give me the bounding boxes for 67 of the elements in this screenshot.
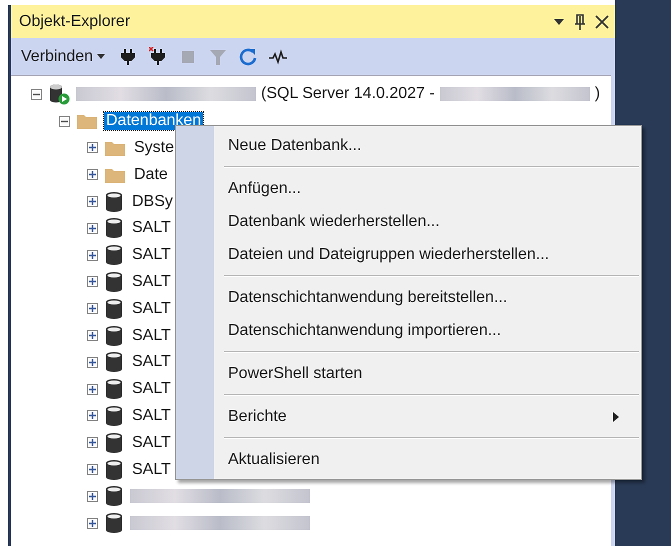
tree-item[interactable]: SALT [130,406,173,425]
folder-icon [76,112,98,130]
tree-item[interactable]: ) [592,85,602,104]
expand-icon[interactable] [87,356,98,368]
collapse-icon[interactable] [59,116,70,127]
database-icon [104,270,124,293]
pin-icon[interactable] [573,14,587,30]
close-icon[interactable] [595,14,609,28]
tree-item[interactable]: SALT [130,326,173,345]
database-icon [104,432,124,454]
database-icon [104,351,124,374]
dropdown-icon[interactable] [553,18,565,26]
caret-icon [97,54,106,59]
expand-icon[interactable] [87,142,98,154]
collapse-icon[interactable] [31,88,42,100]
menu-item[interactable]: Datenschichtanwendung bereitstellen... [176,281,641,314]
database-icon [104,298,124,320]
expand-icon[interactable] [87,250,98,261]
database-icon [104,244,124,266]
expand-icon[interactable] [87,169,98,180]
menu-item[interactable]: PowerShell starten [176,357,641,390]
menu-item[interactable]: Neue Datenbank... [176,129,641,162]
expand-icon[interactable] [87,384,98,395]
menu-item[interactable]: Datenschichtanwendung importieren... [176,314,641,347]
tree-item[interactable]: SALT [130,272,173,291]
expand-icon[interactable] [87,222,98,234]
expand-icon[interactable] [87,518,98,529]
panel-title: Objekt-Explorer [19,12,132,30]
tree-item[interactable]: SALT [130,434,173,452]
expand-icon[interactable] [87,196,98,208]
tree-item[interactable]: Syste [132,138,176,157]
submenu-arrow-icon [613,412,619,422]
database-icon [104,217,124,240]
database-icon [104,378,124,400]
database-icon [104,458,124,481]
menu-item[interactable]: Berichte [176,400,641,433]
menu-item[interactable]: Anfügen... [176,172,641,205]
tree-item[interactable]: (SQL Server 14.0.2027 - [259,85,437,104]
tree-item[interactable]: DBSy [130,192,175,211]
expand-icon[interactable] [87,410,98,422]
tree-item[interactable]: Date [132,166,170,184]
tree-item[interactable]: SALT [130,219,173,238]
tree-item[interactable]: SALT [130,246,173,264]
database-icon [104,190,124,213]
tree-item[interactable]: SALT [130,353,173,372]
database-icon [104,324,124,347]
database-icon [104,512,124,534]
expand-icon[interactable] [87,437,98,448]
server-icon [48,83,70,106]
connect-dropdown[interactable]: Verbinden [19,46,108,68]
database-icon [104,404,124,427]
tree-item[interactable]: SALT [130,460,173,479]
refresh-icon[interactable] [239,46,258,66]
tree-item[interactable]: SALT [130,380,173,398]
expand-icon[interactable] [87,303,98,314]
database-icon [104,485,124,508]
menu-item[interactable]: Dateien und Dateigruppen wiederherstellen... [176,238,641,271]
tree-item[interactable]: SALT [130,300,173,318]
tree-item[interactable]: Datenbanken [104,112,204,130]
unplug-icon[interactable] [149,46,168,66]
menu-item[interactable]: Aktualisieren [176,443,641,476]
expand-icon[interactable] [87,330,98,342]
expand-icon[interactable] [87,464,98,476]
expand-icon[interactable] [87,276,98,288]
expand-icon[interactable] [87,490,98,502]
menu-item[interactable]: Datenbank wiederherstellen... [176,205,641,238]
plug-icon[interactable] [119,46,138,66]
